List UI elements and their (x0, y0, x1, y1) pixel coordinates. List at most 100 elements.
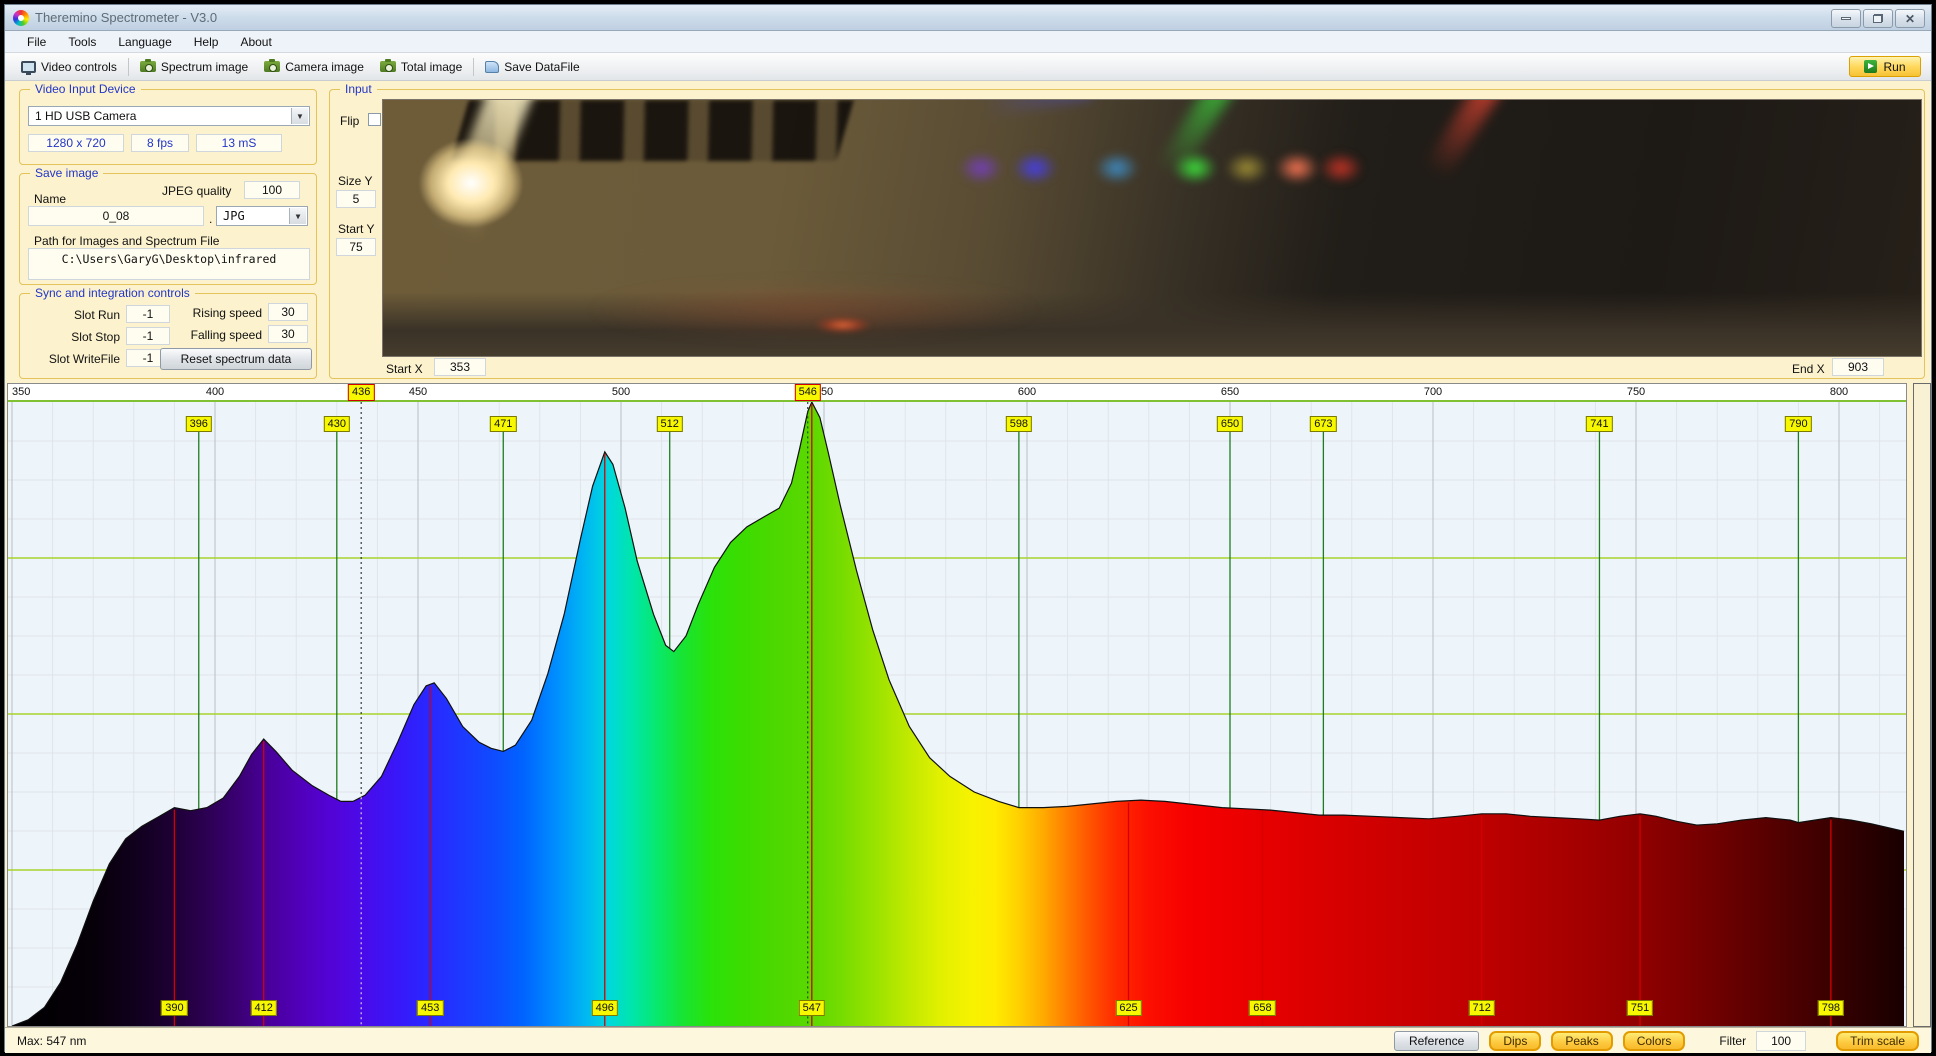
file-name-field[interactable]: 0_08 (28, 206, 204, 226)
sync-title: Sync and integration controls (30, 286, 195, 300)
trim-scale-button[interactable]: Trim scale (1836, 1031, 1919, 1051)
dips-button[interactable]: Dips (1489, 1031, 1541, 1051)
speed-field-0[interactable]: 30 (268, 303, 308, 321)
run-button[interactable]: Run (1849, 56, 1921, 77)
title-bar: Theremino Spectrometer - V3.0 ✕ (5, 5, 1931, 31)
video-input-group: Video Input Device 1 HD USB Camera ▼ 128… (19, 89, 317, 165)
toolbar-label: Video controls (41, 60, 117, 74)
reset-spectrum-button[interactable]: Reset spectrum data (160, 348, 312, 370)
video-device-value: 1 HD USB Camera (35, 109, 136, 123)
flip-checkbox[interactable] (368, 113, 381, 126)
toolbar-total-image[interactable]: Total image (372, 57, 470, 77)
axis-tick-800: 800 (1830, 386, 1848, 398)
save-datafile-icon (485, 61, 499, 73)
dip-label-741[interactable]: 741 (1586, 416, 1612, 432)
close-button[interactable]: ✕ (1895, 9, 1925, 28)
end-x-label: End X (1792, 362, 1825, 376)
name-label: Name (34, 192, 66, 206)
toolbar-video-controls[interactable]: Video controls (13, 57, 125, 77)
slot-label-1: Slot Stop (32, 330, 120, 344)
close-icon: ✕ (1905, 13, 1915, 25)
dip-label-650[interactable]: 650 (1217, 416, 1243, 432)
menu-file[interactable]: File (17, 33, 56, 51)
start-y-field[interactable]: 75 (336, 238, 376, 256)
menu-tools[interactable]: Tools (58, 33, 106, 51)
size-y-field[interactable]: 5 (336, 190, 376, 208)
path-label: Path for Images and Spectrum File (34, 234, 219, 248)
start-x-field[interactable]: 353 (434, 358, 486, 376)
toolbar-save-datafile[interactable]: Save DataFile (477, 57, 587, 77)
input-title: Input (340, 82, 377, 96)
jpeg-quality-label: JPEG quality (162, 184, 231, 198)
minimize-button[interactable] (1831, 9, 1861, 28)
reference-button[interactable]: Reference (1394, 1031, 1479, 1051)
peak-label-751[interactable]: 751 (1627, 1000, 1653, 1016)
axis-tick-450: 450 (409, 386, 427, 398)
slot-field-0[interactable]: -1 (126, 305, 170, 323)
spectral-blob-skyblue (1095, 152, 1139, 184)
toolbar-camera-image[interactable]: Camera image (256, 57, 372, 77)
slot-label-0: Slot Run (32, 308, 120, 322)
speed-field-1[interactable]: 30 (268, 325, 308, 343)
slot-field-1[interactable]: -1 (126, 327, 170, 345)
spectrum-chart[interactable]: 350400450500550600650700750800436546 396… (7, 383, 1907, 1027)
dip-label-471[interactable]: 471 (490, 416, 516, 432)
peak-label-712[interactable]: 712 (1469, 1000, 1495, 1016)
save-image-title: Save image (30, 166, 103, 180)
chevron-down-icon[interactable]: ▼ (291, 108, 308, 124)
restore-button[interactable] (1863, 9, 1893, 28)
dip-label-673[interactable]: 673 (1310, 416, 1336, 432)
peak-label-625[interactable]: 625 (1115, 1000, 1141, 1016)
toolbar: Video controls Spectrum imageCamera image… (5, 53, 1931, 81)
calibration-label-546[interactable]: 546 (795, 384, 821, 401)
format-select[interactable]: JPG ▼ (216, 206, 308, 226)
dip-label-396[interactable]: 396 (186, 416, 212, 432)
peak-label-453[interactable]: 453 (417, 1000, 443, 1016)
menu-help[interactable]: Help (184, 33, 229, 51)
chevron-down-icon[interactable]: ▼ (289, 208, 306, 224)
jpeg-quality-field[interactable]: 100 (244, 181, 300, 199)
status-bar: Max: 547 nm Reference Dips Peaks Colors … (5, 1027, 1931, 1053)
spectral-blob-blue (1013, 152, 1057, 184)
spectral-blob-orange (1275, 152, 1319, 184)
menu-language[interactable]: Language (108, 33, 181, 51)
spectrum-plot[interactable] (8, 402, 1906, 1026)
run-label: Run (1883, 60, 1905, 74)
slot-label-2: Slot WriteFile (32, 352, 120, 366)
dip-label-790[interactable]: 790 (1785, 416, 1811, 432)
path-field[interactable]: C:\Users\GaryG\Desktop\infrared (28, 248, 310, 280)
peak-label-496[interactable]: 496 (592, 1000, 618, 1016)
menu-bar: FileToolsLanguageHelpAbout (5, 31, 1931, 53)
filter-field[interactable]: 100 (1756, 1031, 1806, 1051)
max-wavelength-label: Max: 547 nm (17, 1034, 86, 1048)
video-controls-icon (21, 61, 36, 73)
peaks-button[interactable]: Peaks (1551, 1031, 1612, 1051)
peak-label-412[interactable]: 412 (251, 1000, 277, 1016)
window-title: Theremino Spectrometer - V3.0 (35, 10, 217, 25)
end-x-field[interactable]: 903 (1832, 358, 1884, 376)
flip-label: Flip (340, 114, 359, 128)
toolbar-label: Save DataFile (504, 60, 579, 74)
dip-label-430[interactable]: 430 (324, 416, 350, 432)
peak-label-390[interactable]: 390 (161, 1000, 187, 1016)
calibration-label-436[interactable]: 436 (348, 384, 374, 401)
colors-button[interactable]: Colors (1623, 1031, 1686, 1051)
restore-icon (1873, 14, 1883, 23)
speed-label-0: Rising speed (178, 306, 262, 320)
dot-label: . (209, 212, 212, 226)
camera-image (382, 99, 1922, 357)
toolbar-spectrum-image[interactable]: Spectrum image (132, 57, 256, 77)
axis-tick-400: 400 (206, 386, 224, 398)
warm-glow (491, 269, 1137, 351)
dip-label-598[interactable]: 598 (1006, 416, 1032, 432)
axis-tick-750: 750 (1627, 386, 1645, 398)
camera-icon (140, 61, 156, 72)
peak-label-798[interactable]: 798 (1818, 1000, 1844, 1016)
menu-about[interactable]: About (230, 33, 281, 51)
peak-label-658[interactable]: 658 (1249, 1000, 1275, 1016)
video-device-select[interactable]: 1 HD USB Camera ▼ (28, 106, 310, 126)
dip-label-512[interactable]: 512 (657, 416, 683, 432)
peak-label-547[interactable]: 547 (799, 1000, 825, 1016)
format-value: JPG (223, 209, 245, 223)
video-stat-0: 1280 x 720 (28, 134, 124, 152)
